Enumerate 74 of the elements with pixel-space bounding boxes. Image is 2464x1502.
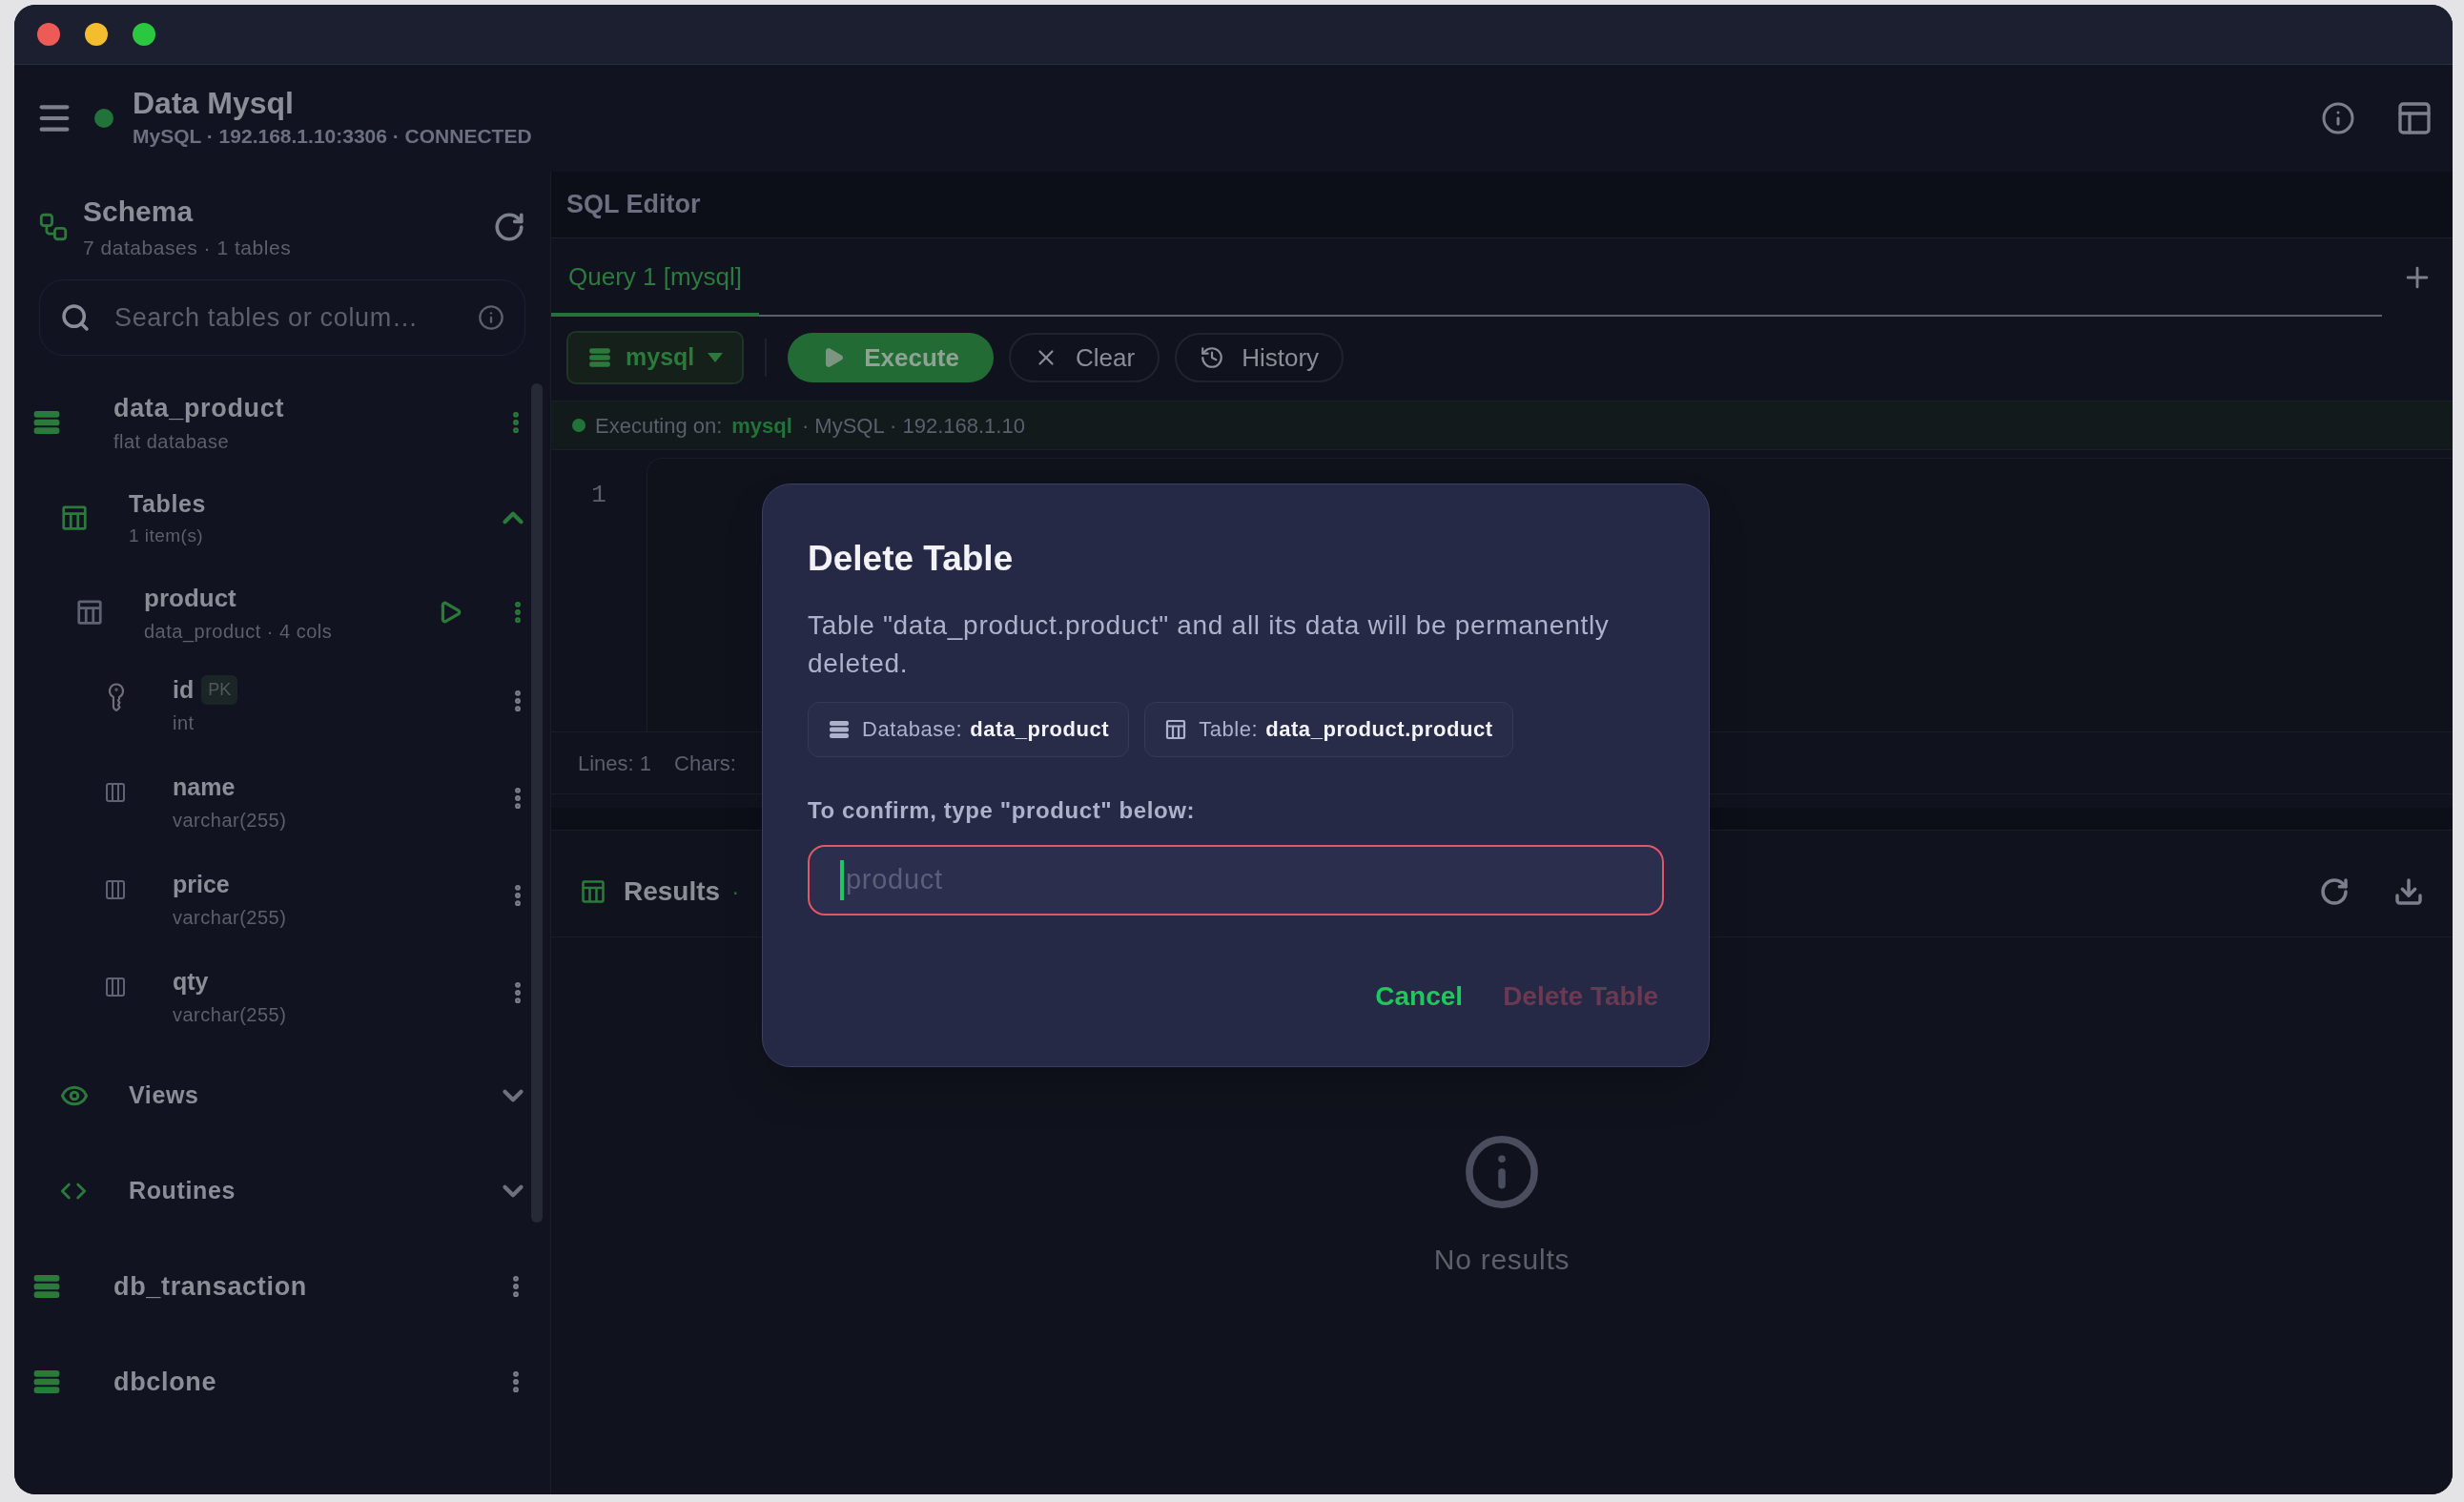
column-name[interactable]: qty xyxy=(173,964,209,1000)
confirm-instruction: To confirm, type "product" below: xyxy=(808,795,1197,825)
close-window-button[interactable] xyxy=(37,23,60,46)
editor-title: SQL Editor xyxy=(566,189,701,221)
table-icon xyxy=(580,877,606,905)
tree-group[interactable]: Tables 1 item(s) xyxy=(14,470,550,566)
refresh-icon[interactable] xyxy=(493,210,525,243)
history-icon xyxy=(1200,345,1225,370)
database-name: data_product xyxy=(113,392,286,424)
schema-summary: 7 databases · 1 tables xyxy=(83,236,293,261)
line-number: 1 xyxy=(591,480,606,511)
executing-label: Executing on: xyxy=(595,412,723,440)
chip-label: Database: xyxy=(862,716,963,743)
info-icon xyxy=(1463,1133,1541,1211)
connection-title: Data Mysql xyxy=(133,85,295,122)
text-cursor xyxy=(840,859,844,900)
column-name[interactable]: price xyxy=(173,867,230,903)
database-name: db_transaction xyxy=(113,1270,308,1303)
executing-database: mysql xyxy=(731,412,792,440)
database-subtitle: flat database xyxy=(113,430,231,455)
layout-icon[interactable] xyxy=(2395,99,2433,137)
group-label: Tables xyxy=(129,489,208,519)
table-name: product xyxy=(144,582,237,614)
editor-stat: Chars: xyxy=(674,750,736,777)
database-row[interactable]: dbclone xyxy=(14,1334,550,1430)
group-label: Routines xyxy=(129,1176,236,1206)
empty-results-text: No results xyxy=(1433,1243,1571,1277)
column-type: varchar(255) xyxy=(173,1002,288,1027)
caret-icon xyxy=(708,353,724,362)
group-label: Views xyxy=(129,1080,200,1111)
tree-group[interactable]: Views xyxy=(14,1048,550,1143)
connection-select[interactable]: mysql xyxy=(566,331,745,384)
columns-icon xyxy=(104,781,127,804)
columns-icon xyxy=(104,878,127,901)
chip-value: data_product.product xyxy=(1265,716,1493,743)
database-icon xyxy=(587,345,612,370)
minimize-window-button[interactable] xyxy=(85,23,108,46)
columns-icon xyxy=(104,976,127,998)
info-icon[interactable] xyxy=(2321,101,2355,135)
cancel-button[interactable]: Cancel xyxy=(1373,976,1466,1017)
executing-detail: · MySQL · 192.168.1.10 xyxy=(801,412,1025,440)
group-count: 1 item(s) xyxy=(129,524,205,547)
search-field[interactable]: Search tables or colum… xyxy=(39,279,525,356)
column-type: varchar(255) xyxy=(173,808,288,833)
editor-stat: Lines: 1 xyxy=(578,750,652,777)
column-type: int xyxy=(173,710,195,735)
maximize-window-button[interactable] xyxy=(133,23,155,46)
table-icon xyxy=(60,504,89,532)
info-icon[interactable] xyxy=(478,304,504,331)
query-tab[interactable]: Query 1 [mysql] xyxy=(551,240,760,317)
database-row[interactable]: db_transaction xyxy=(14,1239,550,1334)
connection-subtitle: MySQL · 192.168.1.10:3306 · CONNECTED xyxy=(133,124,532,150)
database-name: dbclone xyxy=(113,1366,218,1398)
results-title: Results xyxy=(624,874,721,908)
table-icon xyxy=(75,598,104,627)
table-subtitle: data_product · 4 cols xyxy=(144,619,334,645)
chip-label: Table: xyxy=(1199,716,1259,743)
tree-group[interactable]: Routines xyxy=(14,1143,550,1239)
refresh-icon[interactable] xyxy=(2319,875,2350,907)
column-type: varchar(255) xyxy=(173,905,288,930)
chip-value: data_product xyxy=(970,716,1110,743)
clear-button[interactable]: Clear xyxy=(1009,333,1160,382)
history-button[interactable]: History xyxy=(1175,333,1345,382)
download-icon[interactable] xyxy=(2393,875,2424,907)
dialog-title: Delete Table xyxy=(808,538,1015,580)
search-icon xyxy=(60,302,91,333)
column-name[interactable]: id xyxy=(173,672,195,709)
results-separator: · xyxy=(731,876,740,906)
table-row[interactable]: product data_product · 4 cols xyxy=(14,566,550,659)
table-icon xyxy=(1164,717,1188,741)
schema-title: Schema xyxy=(83,195,195,230)
dialog-message: Table "data_product.product" and all its data will be permanently deleted. xyxy=(808,608,1611,680)
database-row[interactable]: data_product flat database xyxy=(14,375,550,470)
column-name[interactable]: name xyxy=(173,770,236,806)
